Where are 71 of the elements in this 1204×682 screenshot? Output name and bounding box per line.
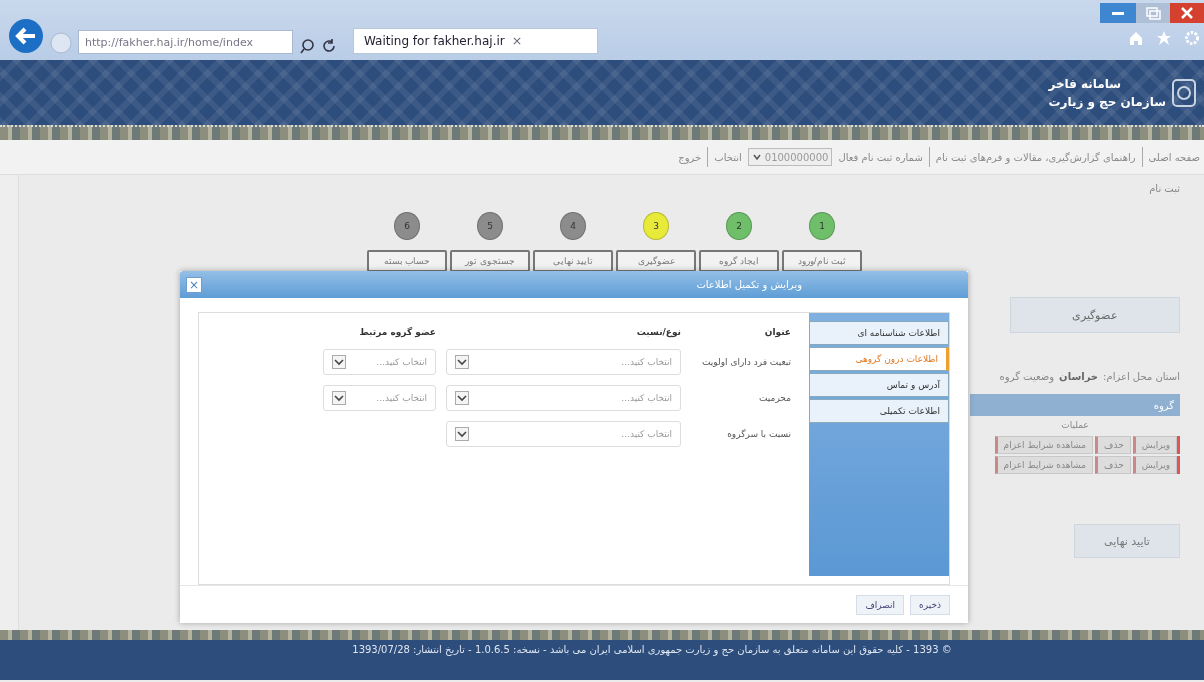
group-status-label: وضعیت گروه xyxy=(999,371,1055,382)
side-tab[interactable]: اطلاعات تکمیلی xyxy=(809,399,949,424)
province-value: خراسان xyxy=(1059,371,1099,382)
registration-select[interactable]: 0100000000 xyxy=(747,148,833,166)
row-action[interactable]: مشاهده شرایط اعزام xyxy=(994,436,1094,454)
step-button[interactable]: ایجاد گروه xyxy=(699,250,779,272)
field-label: محرمیت xyxy=(758,392,791,406)
caret-icon xyxy=(455,391,469,406)
step-button[interactable]: عضوگیری xyxy=(616,250,696,272)
select-field[interactable]: انتخاب کنید... xyxy=(446,349,681,376)
registration-label: شماره ثبت نام فعال xyxy=(838,151,923,163)
column-header: عملیات xyxy=(1060,420,1090,432)
select-field[interactable]: انتخاب کنید... xyxy=(323,349,436,376)
step-button[interactable]: ثبت نام/ورود xyxy=(782,250,862,272)
province-label: استان محل اعزام: xyxy=(1103,371,1180,382)
caret-icon xyxy=(455,355,469,370)
side-tab[interactable]: آدرس و تماس xyxy=(809,373,949,398)
step-button[interactable]: تایید نهایی xyxy=(533,250,613,272)
close-icon[interactable] xyxy=(512,37,521,45)
nav-link[interactable]: صفحه اصلی xyxy=(1148,151,1200,163)
star-icon[interactable] xyxy=(1156,30,1172,46)
search-icon[interactable] xyxy=(299,38,315,54)
step-number: 6 xyxy=(394,212,420,240)
refresh-icon[interactable] xyxy=(321,38,337,54)
member-tab[interactable]: عضوگیری xyxy=(1010,297,1180,333)
tab-title: Waiting for fakher.haj.ir xyxy=(364,34,505,48)
close-icon[interactable] xyxy=(1170,3,1204,23)
select-field[interactable]: انتخاب کنید... xyxy=(446,421,681,448)
select-field[interactable]: انتخاب کنید... xyxy=(446,385,681,412)
step-number: 2 xyxy=(726,212,752,240)
back-icon[interactable] xyxy=(8,18,44,54)
address-bar[interactable]: http://fakher.haj.ir/home/index xyxy=(78,30,293,54)
site-subtitle: سازمان حج و زیارت xyxy=(1048,93,1166,111)
minimize-icon[interactable] xyxy=(1100,3,1136,23)
site-title: سامانه فاخر xyxy=(1048,75,1122,93)
step-number: 1 xyxy=(809,212,835,240)
column-header: عضو گروه مرتبط xyxy=(358,327,436,340)
row-action[interactable]: حذف xyxy=(1095,456,1131,474)
table-header: گروه xyxy=(970,394,1180,416)
side-tab[interactable]: اطلاعات درون گروهی xyxy=(809,347,949,372)
row-action[interactable]: حذف xyxy=(1095,436,1131,454)
column-header: نوع/نسبت xyxy=(635,327,681,340)
row-action[interactable]: ویرایش xyxy=(1132,436,1177,454)
caret-icon xyxy=(332,355,346,370)
row-action[interactable]: مشاهده شرایط اعزام xyxy=(994,456,1094,474)
row-action[interactable]: ویرایش xyxy=(1132,456,1177,474)
logout-link[interactable]: خروج xyxy=(678,151,702,163)
copyright-text: © 1393 - کلیه حقوق این سامانه متعلق به سازمان حج و زیارت جمهوری اسلامی ایران می باشد - نسخه: 1.0.6.5 - تاریخ انتشار: 1393/07/28 xyxy=(352,644,952,655)
nav-link[interactable]: راهنمای گزارش‌گیری، مقالات و فرم‌های ثبت نام xyxy=(935,151,1136,163)
close-button[interactable]: × xyxy=(186,276,202,293)
caret-icon xyxy=(751,152,762,162)
select-field[interactable]: انتخاب کنید... xyxy=(323,385,436,412)
choose-link[interactable]: انتخاب xyxy=(714,151,742,163)
step-button[interactable]: حساب بسته xyxy=(367,250,447,272)
dialog-title: ویرایش و تکمیل اطلاعات xyxy=(695,279,803,291)
step-button[interactable]: جستجوی تور xyxy=(450,250,530,272)
side-tab[interactable]: اطلاعات شناسنامه ای xyxy=(809,321,949,346)
confirm-button[interactable]: تایید نهایی xyxy=(1074,524,1180,558)
caret-icon xyxy=(455,427,469,442)
step-number: 4 xyxy=(560,212,586,240)
field-label: تبعیت فرد دارای اولویت xyxy=(701,356,791,370)
save-button[interactable]: ذخیره xyxy=(910,594,950,615)
cancel-button[interactable]: انصراف xyxy=(856,594,905,615)
logo-icon xyxy=(1172,78,1196,107)
page-title: ثبت نام xyxy=(1148,182,1180,194)
caret-icon xyxy=(332,391,346,406)
browser-tab[interactable]: Waiting for fakher.haj.ir xyxy=(353,28,598,54)
column-header: عنوان xyxy=(763,327,791,340)
field-label: نسبت با سرگروه xyxy=(726,428,791,442)
step-number: 3 xyxy=(643,212,669,240)
step-number: 5 xyxy=(477,212,503,240)
